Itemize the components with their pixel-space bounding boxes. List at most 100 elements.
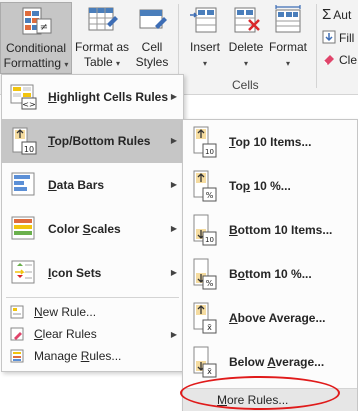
underlined-letter: M	[217, 393, 227, 407]
submenu-item-label: Top 10 Items...	[229, 135, 311, 149]
underlined-letter: H	[48, 90, 57, 104]
menu-item-manage-rules[interactable]: Manage Rules...	[2, 345, 183, 367]
chevron-down-icon: ▾	[243, 59, 248, 68]
chevron-right-icon: ▶	[170, 268, 177, 277]
format-cells-icon	[275, 5, 301, 33]
icon-tag-text: %	[206, 191, 214, 200]
menu-item-label: New Rule...	[34, 305, 96, 319]
icon-sets-icon	[11, 260, 35, 284]
menu-item-top-bottom-rules[interactable]: 10 Top/Bottom Rules ▶	[2, 119, 183, 163]
underlined-letter: D	[48, 178, 57, 192]
clear-label: Cle	[339, 53, 358, 67]
insert-label: Insert	[189, 40, 220, 54]
cells-group-label: Cells	[232, 78, 259, 92]
submenu-item-bottom-10-items[interactable]: 10 Bottom 10 Items...	[183, 208, 357, 252]
chevron-down-icon: ▾	[64, 60, 69, 69]
top-bottom-rules-submenu: 10 Top 10 Items... % Top 10 %... 10 Bott…	[182, 119, 358, 411]
fill-down-icon	[322, 30, 336, 44]
submenu-item-below-average[interactable]: x̄ Below Average...	[183, 340, 357, 384]
menu-item-label-rest: lear Rules	[42, 327, 97, 341]
clear-button[interactable]: Cle	[322, 52, 357, 67]
cell-styles-button[interactable]: Cell Styles ▾	[132, 2, 172, 83]
menu-item-label-rest: op/Bottom Rules	[54, 134, 151, 148]
menu-item-label-rest: ighlight Cells Rules	[56, 90, 169, 104]
format-as-table-icon	[88, 7, 118, 31]
more-rules-label-rest: ore Rules...	[227, 393, 289, 407]
underlined-letter: S	[82, 222, 91, 236]
format-as-table-label-1: Format as	[74, 40, 129, 54]
svg-text:10: 10	[24, 145, 34, 154]
format-as-table-label-2: Table	[83, 55, 113, 69]
menu-item-icon-sets[interactable]: Icon Sets ▶	[2, 251, 183, 295]
delete-label: Delete	[228, 40, 264, 54]
icon-tag-text: %	[206, 279, 214, 288]
submenu-item-label: Above Average...	[229, 311, 326, 325]
submenu-label-pre: To	[229, 179, 243, 193]
conditional-formatting-menu: <> Highlight Cells Rules ▶ 10 Top/Bottom…	[1, 74, 184, 372]
fill-button[interactable]: Fill	[322, 30, 354, 45]
menu-item-label: Manage Rules...	[34, 349, 121, 363]
menu-item-highlight-cells-rules[interactable]: <> Highlight Cells Rules ▶	[2, 75, 183, 119]
menu-item-label-rest: ules...	[89, 349, 122, 363]
submenu-label-rest: ttom 10 %...	[245, 267, 312, 281]
top-10-items-icon: 10	[193, 126, 217, 158]
autosum-label: Aut	[333, 8, 352, 22]
highlight-cells-icon: <>	[10, 84, 37, 110]
menu-item-label-rest: con Sets	[51, 266, 102, 280]
conditional-formatting-icon: ≠	[22, 7, 52, 35]
below-average-icon: x̄	[193, 346, 217, 378]
conditional-formatting-label-2: Formatting	[3, 56, 61, 70]
data-bars-icon	[11, 172, 35, 196]
top-10-percent-icon: %	[193, 170, 217, 202]
chevron-down-icon: ▾	[116, 59, 121, 68]
cell-styles-label-1: Cell	[141, 40, 163, 54]
menu-separator	[6, 297, 179, 298]
submenu-item-above-average[interactable]: x̄ Above Average...	[183, 296, 357, 340]
chevron-right-icon: ▶	[170, 224, 177, 233]
cell-styles-label-2: Styles	[135, 55, 169, 69]
delete-button[interactable]: Delete ▾	[226, 2, 266, 74]
insert-cells-icon	[190, 7, 217, 33]
conditional-formatting-button[interactable]: ≠ Conditional Formatting ▾	[0, 2, 72, 74]
format-as-table-button[interactable]: Format as Table ▾	[74, 2, 130, 74]
submenu-item-label: Below Average...	[229, 355, 324, 369]
menu-item-label-pre: Color	[48, 222, 83, 236]
icon-tag-text: 10	[205, 148, 214, 156]
autosum-button[interactable]: Σ Aut	[322, 6, 351, 23]
menu-item-label: Clear Rules	[34, 327, 97, 341]
underlined-letter: B	[229, 223, 238, 237]
format-button[interactable]: Format ▾	[266, 2, 310, 74]
format-label: Format	[268, 40, 307, 54]
submenu-label-rest: op 10 Items...	[235, 135, 312, 149]
submenu-item-label: Bottom 10 Items...	[229, 223, 332, 237]
new-rule-icon	[10, 305, 24, 319]
above-average-icon: x̄	[193, 302, 217, 334]
manage-rules-icon	[10, 349, 24, 363]
icon-tag-text: 10	[205, 236, 214, 244]
menu-item-new-rule[interactable]: New Rule...	[2, 301, 183, 323]
menu-item-color-scales[interactable]: Color Scales ▶	[2, 207, 183, 251]
more-rules-label: More Rules...	[217, 393, 288, 407]
menu-item-label: Highlight Cells Rules	[48, 90, 168, 104]
chevron-down-icon: ▾	[202, 59, 207, 68]
submenu-item-top-10-items[interactable]: 10 Top 10 Items...	[183, 120, 357, 164]
delete-cells-icon	[234, 7, 260, 33]
menu-item-label: Icon Sets	[48, 266, 101, 280]
menu-item-label: Data Bars	[48, 178, 104, 192]
ribbon-separator	[316, 4, 317, 88]
submenu-label-rest: bove Average...	[237, 311, 326, 325]
menu-item-clear-rules[interactable]: Clear Rules ▶	[2, 323, 183, 345]
cell-styles-icon	[139, 9, 167, 29]
underlined-letter: A	[229, 311, 238, 325]
menu-item-data-bars[interactable]: Data Bars ▶	[2, 163, 183, 207]
menu-item-label-rest: ata Bars	[56, 178, 105, 192]
bottom-10-items-icon: 10	[193, 214, 217, 246]
submenu-label-pre: B	[229, 267, 238, 281]
underlined-letter: C	[34, 327, 43, 341]
submenu-item-top-10-percent[interactable]: % Top 10 %...	[183, 164, 357, 208]
menu-item-label-rest: ew Rule...	[42, 305, 97, 319]
insert-button[interactable]: Insert ▾	[182, 2, 228, 74]
underlined-letter: o	[237, 267, 246, 281]
submenu-item-more-rules[interactable]: More Rules...	[183, 388, 357, 411]
submenu-item-bottom-10-percent[interactable]: % Bottom 10 %...	[183, 252, 357, 296]
